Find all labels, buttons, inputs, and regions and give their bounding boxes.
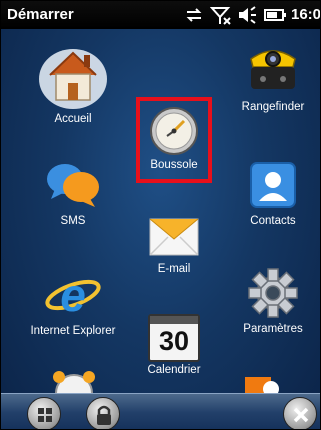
windows-start-button[interactable] xyxy=(27,397,61,429)
settings-gear-icon xyxy=(248,268,298,318)
app-label-boussole: Boussole xyxy=(150,159,198,171)
app-rangefinder[interactable]: Rangefinder xyxy=(223,39,320,113)
email-icon xyxy=(149,218,199,256)
app-label-email: E-mail xyxy=(157,263,191,275)
app-label-accueil: Accueil xyxy=(54,113,92,125)
bottom-toolbar xyxy=(1,393,320,429)
app-label-rangefinder: Rangefinder xyxy=(241,101,305,113)
app-accueil[interactable]: Accueil xyxy=(23,39,123,125)
app-boussole[interactable]: Boussole xyxy=(124,105,224,171)
no-signal-icon[interactable] xyxy=(210,5,232,25)
lock-icon xyxy=(97,405,111,425)
battery-icon[interactable] xyxy=(263,5,287,25)
device-screen: Démarrer 16:00 Accueil xyxy=(0,0,321,430)
svg-text:e: e xyxy=(60,269,86,321)
media-icon[interactable] xyxy=(241,373,283,395)
app-internet-explorer[interactable]: e Internet Explorer xyxy=(23,265,123,337)
clock-time[interactable]: 16:00 xyxy=(291,6,320,23)
sms-icon xyxy=(47,164,99,207)
internet-explorer-icon: e xyxy=(45,269,101,321)
close-icon xyxy=(293,407,309,423)
app-label-contacts: Contacts xyxy=(250,215,296,227)
calendar-day-number: 30 xyxy=(158,326,190,356)
app-parametres[interactable]: Paramètres xyxy=(223,265,320,335)
lock-button[interactable] xyxy=(86,397,120,429)
app-label-parametres: Paramètres xyxy=(243,323,303,335)
app-contacts[interactable]: Contacts xyxy=(223,157,320,227)
rangefinder-icon xyxy=(250,50,296,89)
compass-icon xyxy=(150,107,198,155)
start-menu-label[interactable]: Démarrer xyxy=(7,6,74,23)
app-label-calendrier: Calendrier xyxy=(147,364,201,376)
app-sms[interactable]: SMS xyxy=(23,157,123,227)
windows-start-icon xyxy=(38,408,52,422)
home-icon xyxy=(39,49,107,109)
app-email[interactable]: E-mail xyxy=(124,205,224,275)
app-calendrier[interactable]: 30 Calendrier xyxy=(124,314,224,376)
contacts-icon xyxy=(250,162,296,208)
app-label-internet-explorer: Internet Explorer xyxy=(30,325,116,337)
calendar-icon: 30 xyxy=(148,314,200,362)
volume-icon[interactable] xyxy=(237,5,259,25)
app-label-sms: SMS xyxy=(60,215,86,227)
status-bar: Démarrer 16:00 xyxy=(1,1,320,29)
alarm-clock-icon[interactable] xyxy=(51,369,97,395)
sync-icon[interactable] xyxy=(184,5,204,25)
close-button[interactable] xyxy=(283,397,317,429)
